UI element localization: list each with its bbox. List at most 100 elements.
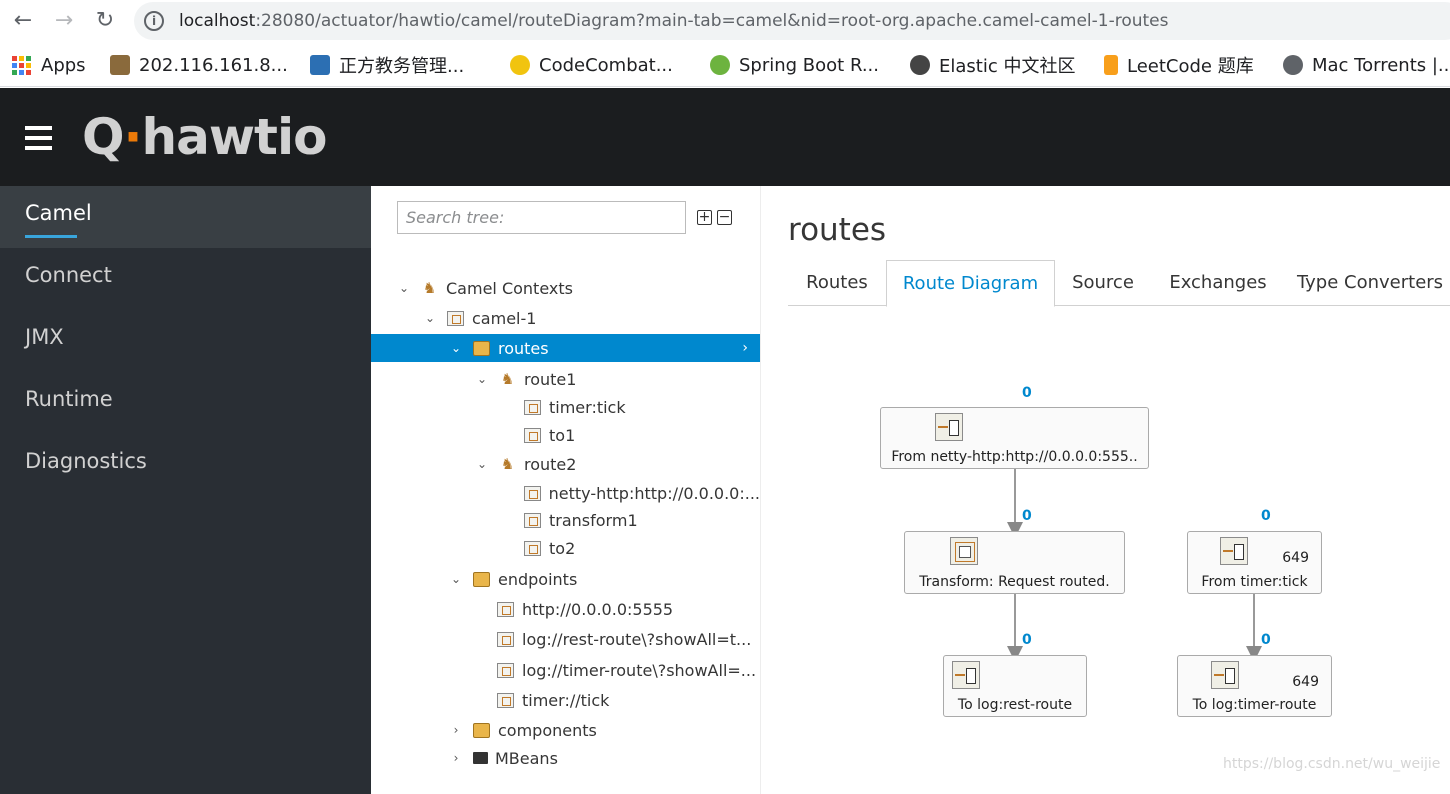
tree-node-route1[interactable]: ⌄ ♞ route1 bbox=[371, 365, 760, 393]
endpoint-to-icon bbox=[952, 661, 980, 689]
endpoint-icon bbox=[524, 399, 541, 415]
hawtio-logo[interactable]: Q·hawtio bbox=[82, 108, 327, 166]
nav-item-camel[interactable]: Camel bbox=[0, 186, 371, 248]
caret-down-icon[interactable]: ⌄ bbox=[397, 281, 411, 295]
nav-item-diagnostics[interactable]: Diagnostics bbox=[0, 434, 371, 496]
hamburger-menu-icon[interactable] bbox=[25, 126, 52, 150]
endpoint-icon bbox=[497, 692, 514, 708]
reload-button[interactable]: ↻ bbox=[90, 6, 120, 36]
image-icon bbox=[110, 55, 130, 75]
tab-source[interactable]: Source bbox=[1055, 260, 1151, 306]
bookmarks-bar: Apps 202.116.161.8... 正方教务管理... CodeComb… bbox=[0, 43, 1450, 87]
tree-node-endpoint-log-timer[interactable]: log://timer-route\?showAll=... bbox=[371, 656, 760, 684]
tree-node-netty-http[interactable]: netty-http:http://0.0.0.0:... bbox=[371, 479, 760, 507]
tree-node-label: endpoints bbox=[498, 569, 578, 589]
bookmark-label: Mac Torrents |... bbox=[1312, 54, 1450, 76]
tree-node-label: timer://tick bbox=[522, 690, 610, 710]
timer-icon bbox=[1220, 537, 1248, 565]
endpoint-to-icon bbox=[1211, 661, 1239, 689]
tree-node-components[interactable]: › components bbox=[371, 716, 760, 744]
tab-exchanges[interactable]: Exchanges bbox=[1151, 260, 1285, 306]
nav-item-runtime[interactable]: Runtime bbox=[0, 372, 371, 434]
tree-node-label: components bbox=[498, 720, 597, 740]
bookmark-ip[interactable]: 202.116.161.8... bbox=[110, 52, 288, 78]
bookmark-label: Apps bbox=[41, 54, 86, 76]
node-label: To log:timer-route bbox=[1192, 697, 1317, 713]
caret-down-icon[interactable]: ⌄ bbox=[475, 372, 489, 386]
nav-item-connect[interactable]: Connect bbox=[0, 248, 371, 310]
url-text[interactable]: localhost:28080/actuator/hawtio/camel/ro… bbox=[179, 11, 1168, 31]
folder-icon bbox=[473, 752, 488, 764]
tree-node-to1[interactable]: to1 bbox=[371, 421, 760, 449]
endpoint-icon bbox=[497, 601, 514, 617]
tree-node-timer-tick[interactable]: timer:tick bbox=[371, 393, 760, 421]
bookmark-codecombat[interactable]: CodeCombat... bbox=[510, 52, 673, 78]
tree-node-endpoint-timer[interactable]: timer://tick bbox=[371, 686, 760, 714]
url-path: :28080/actuator/hawtio/camel/routeDiagra… bbox=[255, 11, 1169, 31]
diagram-node-from-netty[interactable]: From netty-http:http://0.0.0.0:555.. bbox=[880, 407, 1149, 469]
bookmark-label: 202.116.161.8... bbox=[139, 54, 288, 76]
browser-toolbar: ← → ↻ i localhost:28080/actuator/hawtio/… bbox=[0, 0, 1450, 43]
bookmark-mac-torrents[interactable]: Mac Torrents |... bbox=[1283, 52, 1450, 78]
tree-node-endpoints[interactable]: ⌄ endpoints bbox=[371, 565, 760, 593]
tree-node-mbeans[interactable]: › MBeans bbox=[371, 744, 760, 772]
search-tree-input[interactable]: Search tree: bbox=[397, 201, 686, 234]
nav-item-jmx[interactable]: JMX bbox=[0, 310, 371, 372]
route-diagram: 0 From netty-http:http://0.0.0.0:555.. 0… bbox=[761, 306, 1450, 794]
diagram-node-from-timer[interactable]: 649 From timer:tick bbox=[1187, 531, 1322, 594]
leetcode-icon bbox=[1104, 55, 1118, 75]
caret-right-icon[interactable]: › bbox=[449, 723, 463, 737]
caret-down-icon[interactable]: ⌄ bbox=[475, 457, 489, 471]
caret-down-icon[interactable]: ⌄ bbox=[449, 341, 463, 355]
caret-down-icon[interactable]: ⌄ bbox=[423, 311, 437, 325]
camel-context-icon bbox=[447, 310, 464, 326]
expand-all-icon[interactable]: + bbox=[697, 210, 712, 225]
tree-node-to2[interactable]: to2 bbox=[371, 534, 760, 562]
tree-node-label: MBeans bbox=[495, 748, 558, 768]
tree-node-camel-contexts[interactable]: ⌄ ♞ Camel Contexts bbox=[371, 274, 760, 302]
route-icon: ♞ bbox=[500, 454, 515, 473]
bookmark-leetcode[interactable]: LeetCode 题库 bbox=[1104, 52, 1254, 78]
bookmark-label: Spring Boot R... bbox=[739, 54, 879, 76]
endpoint-icon bbox=[524, 540, 541, 556]
transform-icon bbox=[524, 512, 541, 528]
endpoint-icon bbox=[524, 485, 541, 501]
diagram-node-transform[interactable]: Transform: Request routed. bbox=[904, 531, 1125, 594]
tree-node-transform1[interactable]: transform1 bbox=[371, 506, 760, 534]
tab-type-converters[interactable]: Type Converters bbox=[1285, 260, 1450, 306]
tree-node-label: Camel Contexts bbox=[446, 278, 573, 298]
node-counter: 0 bbox=[1261, 508, 1271, 524]
bookmark-label: CodeCombat... bbox=[539, 54, 673, 76]
diagram-node-to-log-timer[interactable]: 649 To log:timer-route bbox=[1177, 655, 1332, 717]
tab-routes[interactable]: Routes bbox=[788, 260, 886, 306]
bookmark-zhengfang[interactable]: 正方教务管理... bbox=[310, 52, 464, 78]
node-counter: 0 bbox=[1022, 508, 1032, 524]
globe-icon bbox=[1283, 55, 1303, 75]
collapse-all-icon[interactable]: − bbox=[717, 210, 732, 225]
bookmark-apps[interactable]: Apps bbox=[12, 52, 86, 78]
bookmark-elastic[interactable]: Elastic 中文社区 bbox=[910, 52, 1075, 78]
node-exchange-count: 649 bbox=[1292, 674, 1319, 690]
route-icon: ♞ bbox=[500, 369, 515, 388]
codecombat-icon bbox=[510, 55, 530, 75]
back-button[interactable]: ← bbox=[8, 6, 38, 36]
tree-node-route2[interactable]: ⌄ ♞ route2 bbox=[371, 450, 760, 478]
diagram-node-to-log-rest[interactable]: To log:rest-route bbox=[943, 655, 1087, 717]
tree-node-endpoint-log-rest[interactable]: log://rest-route\?showAll=t... bbox=[371, 625, 760, 653]
tree-node-camel-1[interactable]: ⌄ camel-1 bbox=[371, 304, 760, 332]
folder-open-icon bbox=[473, 571, 490, 587]
forward-button[interactable]: → bbox=[49, 6, 79, 36]
caret-right-icon[interactable]: › bbox=[449, 751, 463, 765]
spring-leaf-icon bbox=[710, 55, 730, 75]
bookmark-label: 正方教务管理... bbox=[339, 56, 465, 77]
caret-down-icon[interactable]: ⌄ bbox=[449, 572, 463, 586]
tree-node-routes[interactable]: ⌄ routes › bbox=[371, 334, 760, 362]
info-icon[interactable]: i bbox=[144, 11, 164, 31]
tab-route-diagram[interactable]: Route Diagram bbox=[886, 260, 1055, 307]
cube-icon bbox=[310, 55, 330, 75]
tree-node-label: log://timer-route\?showAll=... bbox=[522, 660, 757, 680]
tree-node-label: transform1 bbox=[549, 510, 638, 530]
address-bar[interactable]: i localhost:28080/actuator/hawtio/camel/… bbox=[134, 2, 1450, 40]
tree-node-endpoint-http[interactable]: http://0.0.0.0:5555 bbox=[371, 595, 760, 623]
bookmark-spring[interactable]: Spring Boot R... bbox=[710, 52, 879, 78]
